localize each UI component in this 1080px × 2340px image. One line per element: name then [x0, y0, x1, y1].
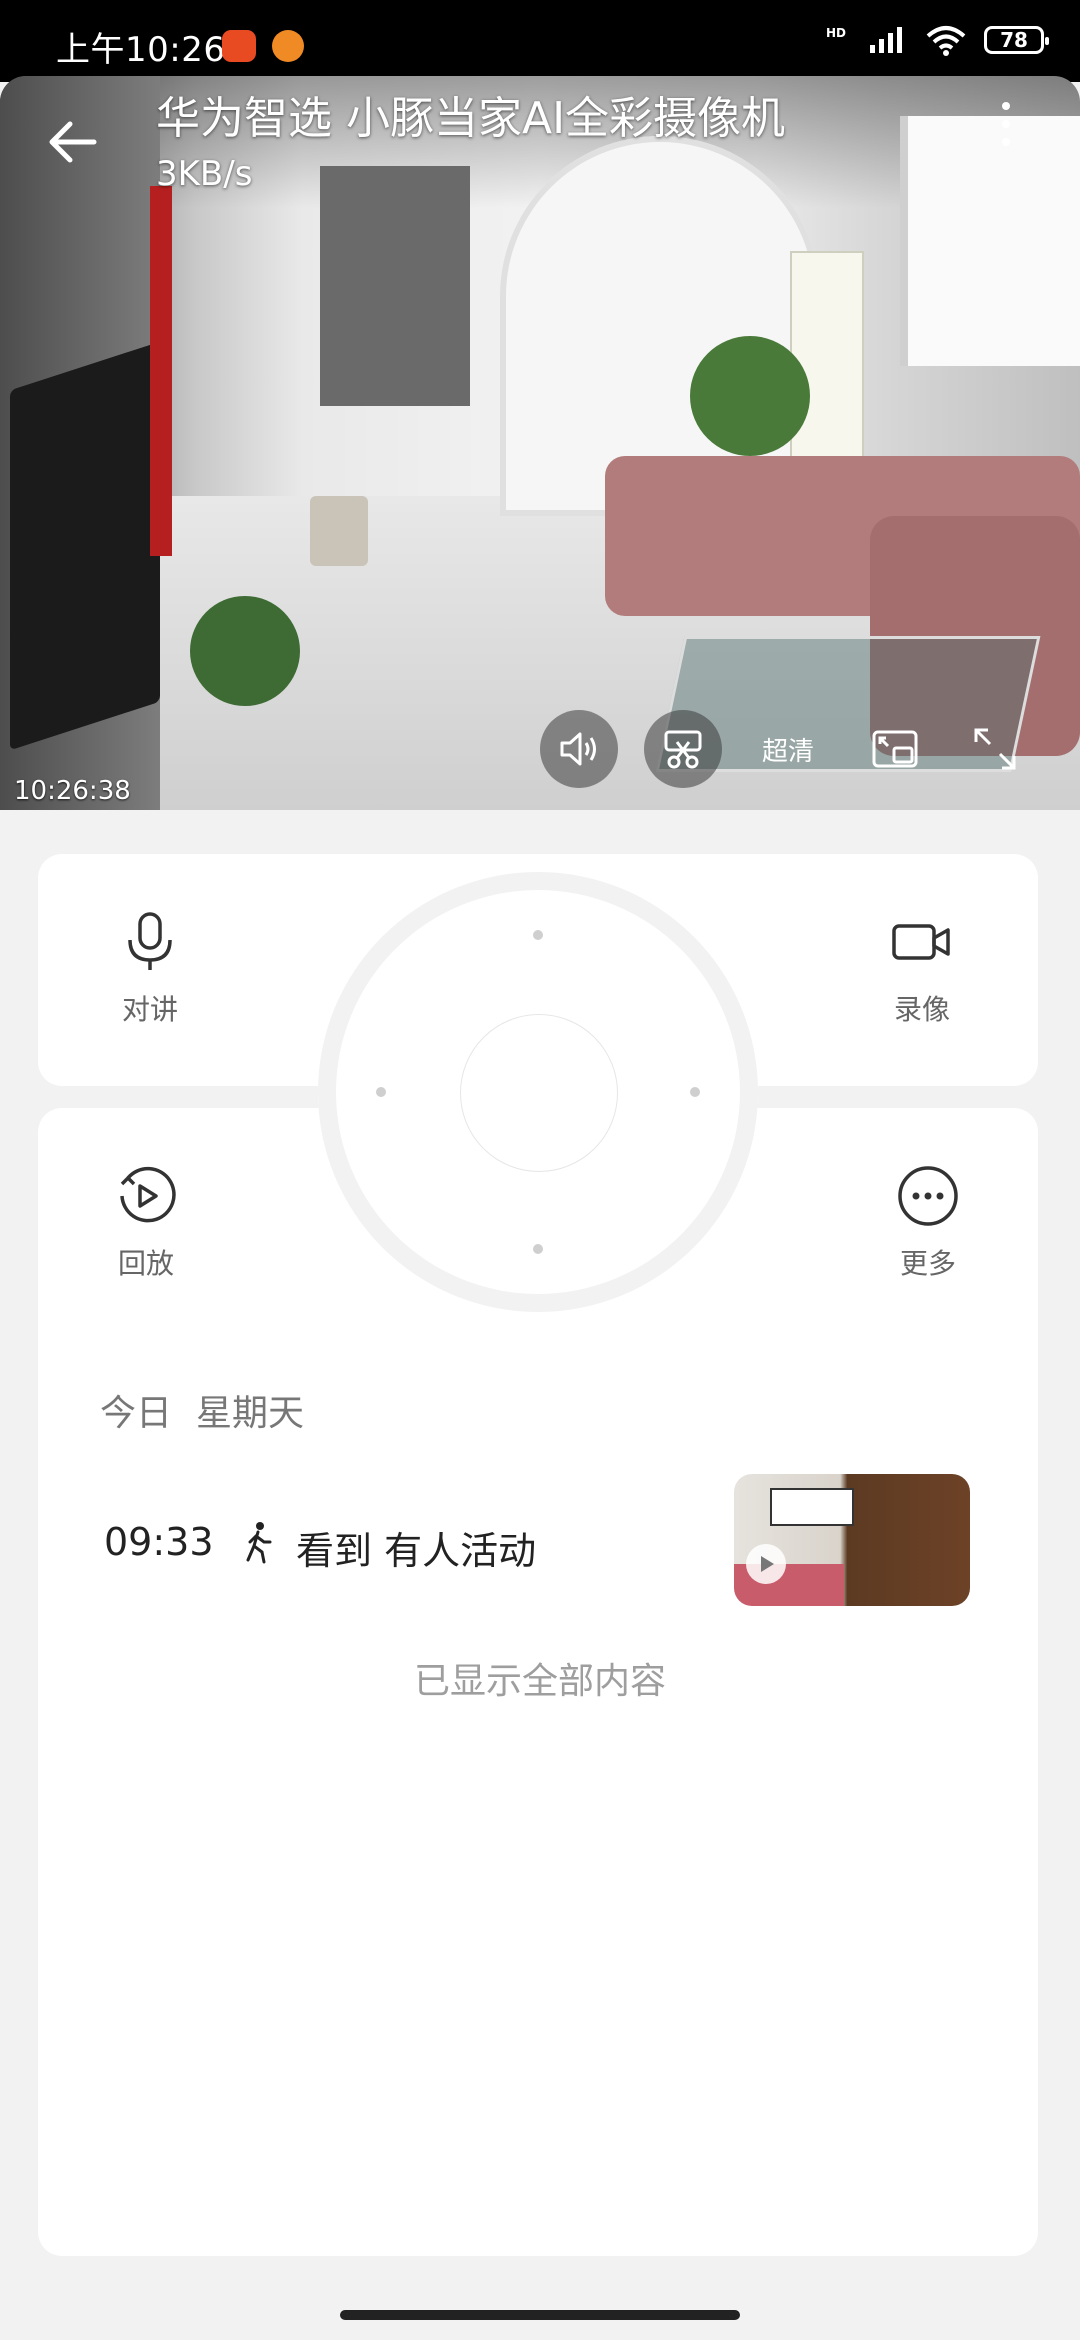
- screenshot-button[interactable]: [644, 710, 722, 788]
- day-header: 今日 星期天: [100, 1384, 328, 1436]
- camera-scene-ac: [790, 251, 864, 465]
- talk-label: 对讲: [121, 993, 178, 1026]
- camera-live-view[interactable]: 华为智选 小豚当家AI全彩摄像机 3KB/s 10:26:38 超清: [0, 76, 1080, 810]
- quality-label: 超清: [761, 736, 814, 767]
- camera-scene-plant-2: [190, 596, 300, 706]
- app-notification-icon-2: [272, 30, 304, 62]
- microphone-icon: [128, 912, 172, 970]
- more-button[interactable]: 更多: [848, 1164, 1008, 1282]
- person-walking-icon: [246, 1522, 272, 1564]
- battery-icon: 78: [984, 26, 1049, 54]
- event-thumbnail[interactable]: [734, 1474, 970, 1606]
- camera-scene-bin: [310, 496, 368, 566]
- record-button[interactable]: 录像: [842, 910, 1002, 1028]
- playback-label: 回放: [117, 1247, 174, 1280]
- talk-button[interactable]: 对讲: [70, 910, 230, 1028]
- event-item[interactable]: 09:33 看到 有人活动: [104, 1474, 984, 1606]
- thumbnail-wall-frame: [770, 1488, 854, 1526]
- event-time: 09:33: [104, 1520, 214, 1564]
- signal-icon: [870, 27, 902, 53]
- day-label: 今日: [100, 1393, 173, 1434]
- playback-button[interactable]: 回放: [66, 1164, 226, 1282]
- camera-scene-plant: [690, 336, 810, 456]
- ptz-left-indicator[interactable]: [376, 1087, 386, 1097]
- ptz-right-indicator[interactable]: [690, 1087, 700, 1097]
- camera-scene-door: [320, 166, 470, 406]
- picture-in-picture-icon: [872, 730, 918, 768]
- ptz-joystick[interactable]: [318, 872, 758, 1312]
- home-indicator[interactable]: [340, 2310, 740, 2320]
- camera-scene-curtain: [150, 186, 172, 556]
- video-timestamp: 10:26:38: [14, 776, 131, 806]
- camera-scene-window: [900, 116, 1080, 366]
- weekday-label: 星期天: [196, 1393, 305, 1434]
- data-rate: 3KB/s: [156, 154, 253, 194]
- ptz-up-indicator[interactable]: [533, 930, 543, 940]
- quality-selector[interactable]: 超清: [738, 710, 838, 788]
- video-camera-icon: [892, 924, 950, 960]
- camera-title: 华为智选 小豚当家AI全彩摄像机: [156, 93, 786, 144]
- event-description: 看到 有人活动: [296, 1529, 537, 1573]
- more-vertical-icon[interactable]: [996, 102, 1016, 162]
- play-icon[interactable]: [746, 1544, 786, 1584]
- record-label: 录像: [893, 993, 950, 1026]
- fullscreen-button[interactable]: [960, 710, 1030, 788]
- more-label: 更多: [899, 1247, 956, 1280]
- playback-icon: [120, 1166, 176, 1223]
- ptz-center[interactable]: [460, 1014, 618, 1172]
- end-of-list-message: 已显示全部内容: [413, 1661, 666, 1702]
- scissors-icon: [664, 730, 702, 769]
- app-notification-icon: [222, 30, 256, 62]
- more-horizontal-icon: [898, 1166, 958, 1226]
- ptz-down-indicator[interactable]: [533, 1244, 543, 1254]
- fullscreen-icon: [974, 728, 1016, 770]
- speaker-icon: [560, 732, 596, 766]
- status-bar: 上午10:26 HD 78: [0, 0, 1080, 82]
- mute-button[interactable]: [540, 710, 618, 788]
- status-time: 上午10:26: [56, 30, 226, 70]
- hd-indicator: HD: [826, 26, 847, 40]
- pip-button[interactable]: [860, 710, 930, 788]
- wifi-icon: [926, 26, 966, 56]
- back-arrow-icon[interactable]: [44, 112, 104, 172]
- battery-level: 78: [1000, 28, 1028, 52]
- camera-scene-tv: [10, 341, 160, 751]
